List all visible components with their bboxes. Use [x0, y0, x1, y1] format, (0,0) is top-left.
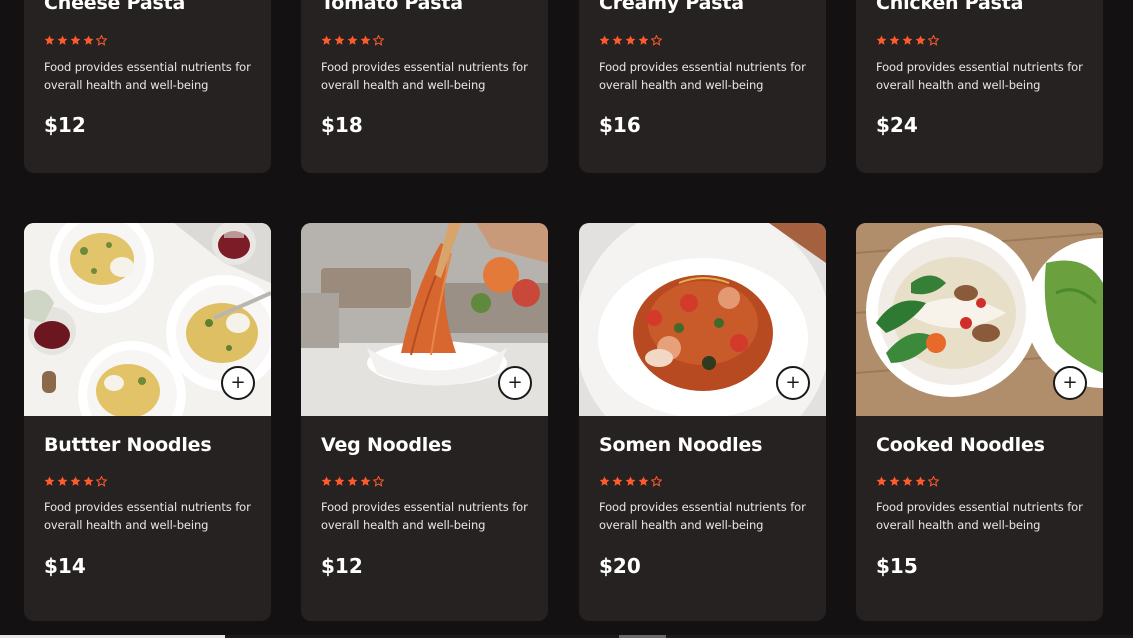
food-card[interactable]: Cheese Pasta Food provides essential nut…: [24, 0, 271, 173]
plus-icon: +: [507, 372, 523, 393]
food-price: $12: [44, 113, 86, 137]
rating-stars: [44, 35, 107, 46]
food-card[interactable]: + Cooked Noodles Food provides essential…: [856, 223, 1103, 621]
food-image: +: [301, 223, 548, 416]
star-filled-icon: [44, 35, 55, 45]
food-description: Food provides essential nutrients for ov…: [321, 60, 528, 92]
rating-stars: [876, 476, 939, 487]
star-filled-icon: [876, 35, 887, 45]
star-filled-icon: [902, 476, 913, 486]
food-description: Food provides essential nutrients for ov…: [876, 60, 1083, 92]
food-image: +: [856, 223, 1103, 416]
star-outline-icon: [651, 35, 662, 46]
star-filled-icon: [57, 35, 68, 45]
star-filled-icon: [321, 476, 332, 486]
star-outline-icon: [928, 35, 939, 46]
star-filled-icon: [347, 35, 358, 45]
star-filled-icon: [57, 476, 68, 486]
food-description: Food provides essential nutrients for ov…: [44, 60, 251, 92]
food-price: $24: [876, 113, 918, 137]
food-title: Veg Noodles: [321, 434, 452, 456]
star-filled-icon: [599, 35, 610, 45]
plus-icon: +: [1062, 372, 1078, 393]
food-description: Food provides essential nutrients for ov…: [599, 60, 806, 92]
star-filled-icon: [360, 476, 371, 486]
add-to-cart-button[interactable]: +: [221, 366, 255, 400]
star-filled-icon: [83, 476, 94, 486]
food-card[interactable]: + Veg Noodles Food provides essential nu…: [301, 223, 548, 621]
food-card[interactable]: Tomato Pasta Food provides essential nut…: [301, 0, 548, 173]
rating-stars: [876, 35, 939, 46]
rating-stars: [321, 35, 384, 46]
star-filled-icon: [625, 35, 636, 45]
star-filled-icon: [334, 35, 345, 45]
food-price: $14: [44, 554, 86, 578]
food-price: $16: [599, 113, 641, 137]
rating-stars: [44, 476, 107, 487]
food-description: Food provides essential nutrients for ov…: [876, 500, 1083, 532]
star-filled-icon: [625, 476, 636, 486]
star-filled-icon: [638, 35, 649, 45]
star-outline-icon: [651, 476, 662, 487]
food-card[interactable]: + Somen Noodles Food provides essential …: [579, 223, 826, 621]
star-filled-icon: [44, 476, 55, 486]
star-filled-icon: [612, 476, 623, 486]
rating-stars: [599, 476, 662, 487]
star-outline-icon: [96, 476, 107, 487]
star-filled-icon: [638, 476, 649, 486]
star-filled-icon: [83, 35, 94, 45]
star-filled-icon: [876, 476, 887, 486]
star-filled-icon: [360, 35, 371, 45]
food-title: Cooked Noodles: [876, 434, 1045, 456]
rating-stars: [599, 35, 662, 46]
food-description: Food provides essential nutrients for ov…: [321, 500, 528, 532]
food-title: Chicken Pasta: [876, 0, 1024, 14]
star-filled-icon: [334, 476, 345, 486]
food-price: $18: [321, 113, 363, 137]
menu-grid: Cheese Pasta Food provides essential nut…: [0, 0, 1133, 638]
food-title: Creamy Pasta: [599, 0, 744, 14]
food-description: Food provides essential nutrients for ov…: [44, 500, 251, 532]
food-price: $15: [876, 554, 918, 578]
star-filled-icon: [70, 476, 81, 486]
star-outline-icon: [373, 476, 384, 487]
star-filled-icon: [70, 35, 81, 45]
star-filled-icon: [612, 35, 623, 45]
food-image: +: [579, 223, 826, 416]
star-outline-icon: [373, 35, 384, 46]
food-description: Food provides essential nutrients for ov…: [599, 500, 806, 532]
star-filled-icon: [915, 476, 926, 486]
food-image: +: [24, 223, 271, 416]
food-title: Buttter Noodles: [44, 434, 212, 456]
star-filled-icon: [902, 35, 913, 45]
star-outline-icon: [928, 476, 939, 487]
star-filled-icon: [889, 35, 900, 45]
star-filled-icon: [915, 35, 926, 45]
food-price: $20: [599, 554, 641, 578]
food-price: $12: [321, 554, 363, 578]
food-card[interactable]: + Buttter Noodles Food provides essentia…: [24, 223, 271, 621]
add-to-cart-button[interactable]: +: [776, 366, 810, 400]
plus-icon: +: [785, 372, 801, 393]
food-title: Cheese Pasta: [44, 0, 186, 14]
star-filled-icon: [599, 476, 610, 486]
food-card[interactable]: Chicken Pasta Food provides essential nu…: [856, 0, 1103, 173]
food-title: Tomato Pasta: [321, 0, 463, 14]
star-filled-icon: [321, 35, 332, 45]
star-filled-icon: [347, 476, 358, 486]
star-outline-icon: [96, 35, 107, 46]
food-card[interactable]: Creamy Pasta Food provides essential nut…: [579, 0, 826, 173]
rating-stars: [321, 476, 384, 487]
add-to-cart-button[interactable]: +: [498, 366, 532, 400]
food-title: Somen Noodles: [599, 434, 763, 456]
add-to-cart-button[interactable]: +: [1053, 366, 1087, 400]
plus-icon: +: [230, 372, 246, 393]
star-filled-icon: [889, 476, 900, 486]
